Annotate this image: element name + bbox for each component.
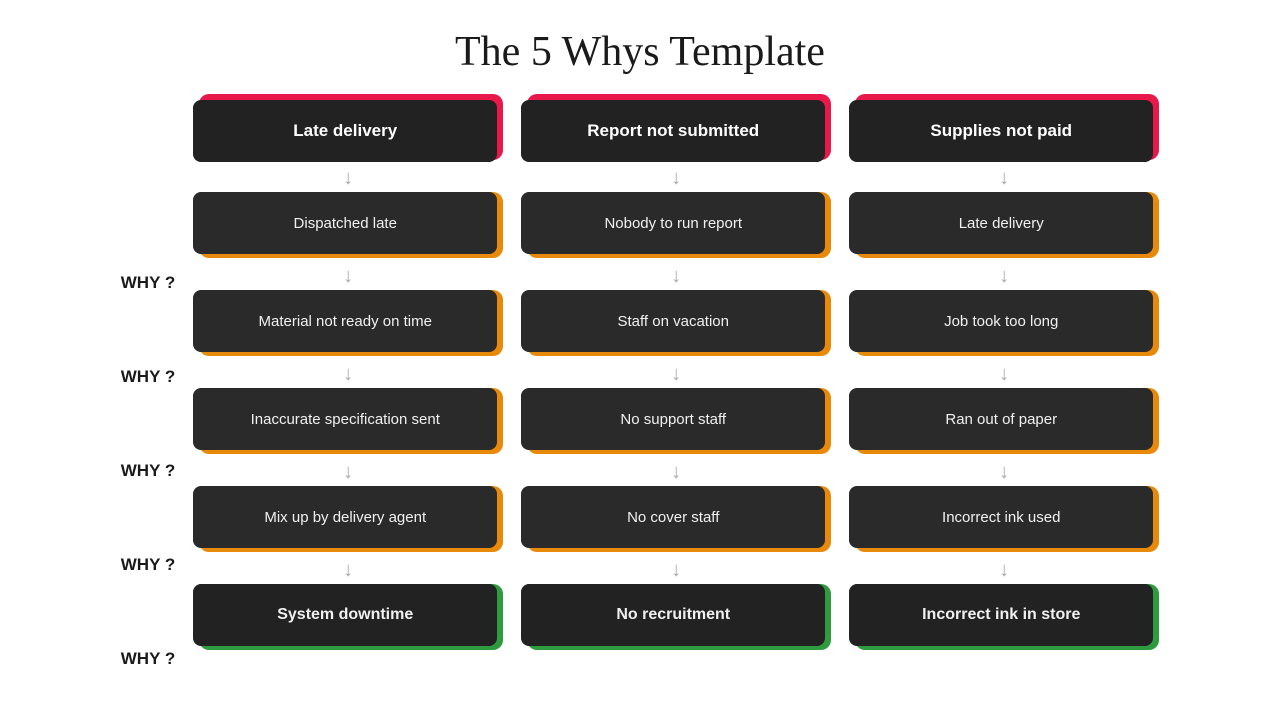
row-box-1-5: System downtime bbox=[193, 584, 497, 646]
columns-container: Late delivery ↓ Dispatched late ↓ Materi… bbox=[193, 94, 1159, 654]
arrow-3-0: ↓ bbox=[999, 168, 1009, 188]
why-label-5: WHY ? bbox=[121, 612, 175, 706]
arrow-3-3: ↓ bbox=[999, 462, 1009, 482]
arrow-1-4: ↓ bbox=[343, 560, 353, 580]
row-1-2: Material not ready on time bbox=[193, 290, 503, 360]
row-2-1: Nobody to run report bbox=[521, 192, 831, 262]
row-text-2-4: No cover staff bbox=[617, 509, 729, 526]
row-box-2-1: Nobody to run report bbox=[521, 192, 825, 254]
row-box-2-2: Staff on vacation bbox=[521, 290, 825, 352]
row-text-2-3: No support staff bbox=[610, 411, 736, 428]
row-box-2-5: No recruitment bbox=[521, 584, 825, 646]
why-label-1: WHY ? bbox=[121, 236, 175, 330]
page-title: The 5 Whys Template bbox=[0, 0, 1280, 94]
row-text-3-1: Late delivery bbox=[949, 215, 1054, 232]
row-box-3-2: Job took too long bbox=[849, 290, 1153, 352]
arrow-2-3: ↓ bbox=[671, 462, 681, 482]
row-text-3-2: Job took too long bbox=[934, 313, 1068, 330]
row-box-1-4: Mix up by delivery agent bbox=[193, 486, 497, 548]
why-labels-column: WHY ? WHY ? WHY ? WHY ? WHY ? bbox=[121, 94, 193, 706]
row-text-1-2: Material not ready on time bbox=[249, 313, 442, 330]
row-text-2-2: Staff on vacation bbox=[608, 313, 739, 330]
row-box-3-1: Late delivery bbox=[849, 192, 1153, 254]
column-2: Report not submitted ↓ Nobody to run rep… bbox=[521, 94, 831, 654]
row-1-1: Dispatched late bbox=[193, 192, 503, 262]
row-text-1-4: Mix up by delivery agent bbox=[254, 509, 436, 526]
column-1: Late delivery ↓ Dispatched late ↓ Materi… bbox=[193, 94, 503, 654]
column-3: Supplies not paid ↓ Late delivery ↓ Job … bbox=[849, 94, 1159, 654]
row-box-1-1: Dispatched late bbox=[193, 192, 497, 254]
row-2-4: No cover staff bbox=[521, 486, 831, 556]
why-label-4: WHY ? bbox=[121, 518, 175, 612]
row-box-1-2: Material not ready on time bbox=[193, 290, 497, 352]
header-inner-2: Report not submitted bbox=[521, 100, 825, 162]
row-text-1-1: Dispatched late bbox=[284, 215, 407, 232]
header-box-3: Supplies not paid bbox=[849, 94, 1159, 164]
arrow-1-1: ↓ bbox=[343, 266, 353, 286]
row-1-5: System downtime bbox=[193, 584, 503, 654]
row-box-3-4: Incorrect ink used bbox=[849, 486, 1153, 548]
row-text-1-5: System downtime bbox=[267, 606, 423, 624]
arrow-2-2: ↓ bbox=[671, 364, 681, 384]
header-box-1: Late delivery bbox=[193, 94, 503, 164]
row-box-3-5: Incorrect ink in store bbox=[849, 584, 1153, 646]
arrow-2-1: ↓ bbox=[671, 266, 681, 286]
arrow-3-1: ↓ bbox=[999, 266, 1009, 286]
row-1-4: Mix up by delivery agent bbox=[193, 486, 503, 556]
row-3-3: Ran out of paper bbox=[849, 388, 1159, 458]
row-text-3-3: Ran out of paper bbox=[935, 411, 1067, 428]
header-inner-3: Supplies not paid bbox=[849, 100, 1153, 162]
arrow-3-4: ↓ bbox=[999, 560, 1009, 580]
row-text-2-1: Nobody to run report bbox=[594, 215, 752, 232]
row-box-1-3: Inaccurate specification sent bbox=[193, 388, 497, 450]
row-2-5: No recruitment bbox=[521, 584, 831, 654]
arrow-3-2: ↓ bbox=[999, 364, 1009, 384]
arrow-1-3: ↓ bbox=[343, 462, 353, 482]
header-box-2: Report not submitted bbox=[521, 94, 831, 164]
row-text-2-5: No recruitment bbox=[606, 606, 740, 624]
row-1-3: Inaccurate specification sent bbox=[193, 388, 503, 458]
row-text-3-4: Incorrect ink used bbox=[932, 509, 1070, 526]
header-text-2: Report not submitted bbox=[587, 121, 759, 141]
row-3-4: Incorrect ink used bbox=[849, 486, 1159, 556]
row-text-1-3: Inaccurate specification sent bbox=[241, 411, 450, 428]
row-2-2: Staff on vacation bbox=[521, 290, 831, 360]
arrow-1-0: ↓ bbox=[343, 168, 353, 188]
row-box-2-3: No support staff bbox=[521, 388, 825, 450]
row-box-2-4: No cover staff bbox=[521, 486, 825, 548]
why-label-2: WHY ? bbox=[121, 330, 175, 424]
row-3-1: Late delivery bbox=[849, 192, 1159, 262]
row-3-5: Incorrect ink in store bbox=[849, 584, 1159, 654]
row-2-3: No support staff bbox=[521, 388, 831, 458]
row-text-3-5: Incorrect ink in store bbox=[912, 606, 1090, 624]
row-box-3-3: Ran out of paper bbox=[849, 388, 1153, 450]
arrow-2-0: ↓ bbox=[671, 168, 681, 188]
header-text-3: Supplies not paid bbox=[930, 121, 1072, 141]
why-label-3: WHY ? bbox=[121, 424, 175, 518]
header-inner-1: Late delivery bbox=[193, 100, 497, 162]
arrow-1-2: ↓ bbox=[343, 364, 353, 384]
row-3-2: Job took too long bbox=[849, 290, 1159, 360]
arrow-2-4: ↓ bbox=[671, 560, 681, 580]
header-text-1: Late delivery bbox=[293, 121, 397, 141]
